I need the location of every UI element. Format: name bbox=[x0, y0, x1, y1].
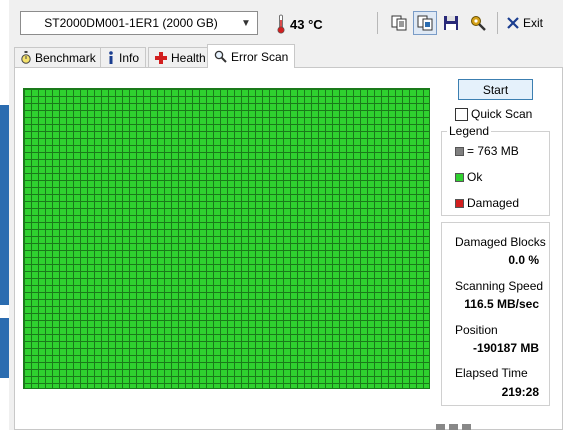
legend-item-ok: Ok bbox=[455, 170, 482, 184]
green-swatch-icon bbox=[455, 172, 464, 182]
stopwatch-icon bbox=[21, 50, 31, 64]
copy-document-icon bbox=[391, 15, 407, 31]
copy-text-button[interactable] bbox=[387, 11, 411, 35]
health-cross-icon bbox=[155, 51, 167, 64]
start-label: Start bbox=[482, 82, 509, 97]
legend-item-block-size: = 763 MB bbox=[455, 144, 519, 158]
tab-label: Health bbox=[171, 50, 206, 65]
legend-title: Legend bbox=[447, 124, 492, 138]
red-swatch-icon bbox=[455, 198, 464, 208]
exit-label: Exit bbox=[523, 16, 544, 30]
scan-block-grid bbox=[23, 88, 430, 389]
legend-label: = 763 MB bbox=[467, 144, 519, 158]
scanning-speed-value: 116.5 MB/sec bbox=[464, 297, 539, 311]
options-button[interactable] bbox=[466, 11, 490, 35]
elapsed-time-value: 219:28 bbox=[501, 385, 539, 399]
tab-health[interactable]: Health bbox=[148, 47, 213, 67]
desktop-background-strip bbox=[0, 0, 9, 430]
taskbar-icon bbox=[462, 424, 471, 430]
wrench-gear-icon bbox=[471, 16, 486, 31]
toolbar-separator bbox=[497, 12, 498, 34]
legend-item-damaged: Damaged bbox=[455, 196, 519, 210]
gray-swatch-icon bbox=[455, 146, 464, 156]
exit-button[interactable]: Exit bbox=[503, 11, 547, 35]
taskbar-icon bbox=[436, 424, 445, 430]
checkbox-box[interactable] bbox=[455, 107, 468, 121]
close-x-icon bbox=[507, 17, 519, 29]
quick-scan-label: Quick Scan bbox=[471, 107, 533, 121]
temperature-value: 43 °C bbox=[290, 16, 323, 32]
toolbar-separator bbox=[377, 12, 378, 34]
tab-benchmark[interactable]: Benchmark bbox=[14, 47, 103, 67]
quick-scan-checkbox[interactable]: Quick Scan bbox=[455, 107, 532, 121]
tab-info[interactable]: Info bbox=[100, 47, 147, 67]
taskbar-fragment bbox=[436, 424, 471, 430]
position-value: -190187 MB bbox=[472, 341, 539, 355]
magnifier-icon bbox=[214, 50, 227, 63]
tab-label: Error Scan bbox=[231, 49, 289, 64]
floppy-disk-icon bbox=[444, 16, 458, 30]
legend-label: Damaged bbox=[467, 196, 520, 210]
position-label: Position bbox=[455, 323, 498, 337]
taskbar-icon bbox=[449, 424, 458, 430]
start-button[interactable]: Start bbox=[458, 79, 533, 100]
drive-select[interactable]: ST2000DM001-1ER1 (2000 GB) ▼ bbox=[20, 11, 258, 35]
thermometer-icon bbox=[277, 14, 285, 34]
copy-screenshot-button[interactable] bbox=[413, 11, 437, 35]
elapsed-time-label: Elapsed Time bbox=[455, 366, 528, 380]
tab-error-scan[interactable]: Error Scan bbox=[207, 44, 296, 68]
damaged-blocks-label: Damaged Blocks bbox=[455, 235, 546, 249]
save-button[interactable] bbox=[439, 11, 463, 35]
damaged-blocks-value: 0.0 % bbox=[508, 253, 539, 267]
chevron-down-icon: ▼ bbox=[241, 17, 251, 29]
copy-image-icon bbox=[417, 15, 433, 31]
tab-label: Benchmark bbox=[35, 50, 96, 65]
drive-select-value: ST2000DM001-1ER1 (2000 GB) bbox=[44, 16, 218, 30]
info-icon bbox=[109, 50, 113, 64]
temperature-display: 43 °C bbox=[276, 12, 323, 36]
tab-label: Info bbox=[119, 50, 140, 65]
scanning-speed-label: Scanning Speed bbox=[455, 279, 544, 293]
legend-label: Ok bbox=[467, 170, 483, 184]
